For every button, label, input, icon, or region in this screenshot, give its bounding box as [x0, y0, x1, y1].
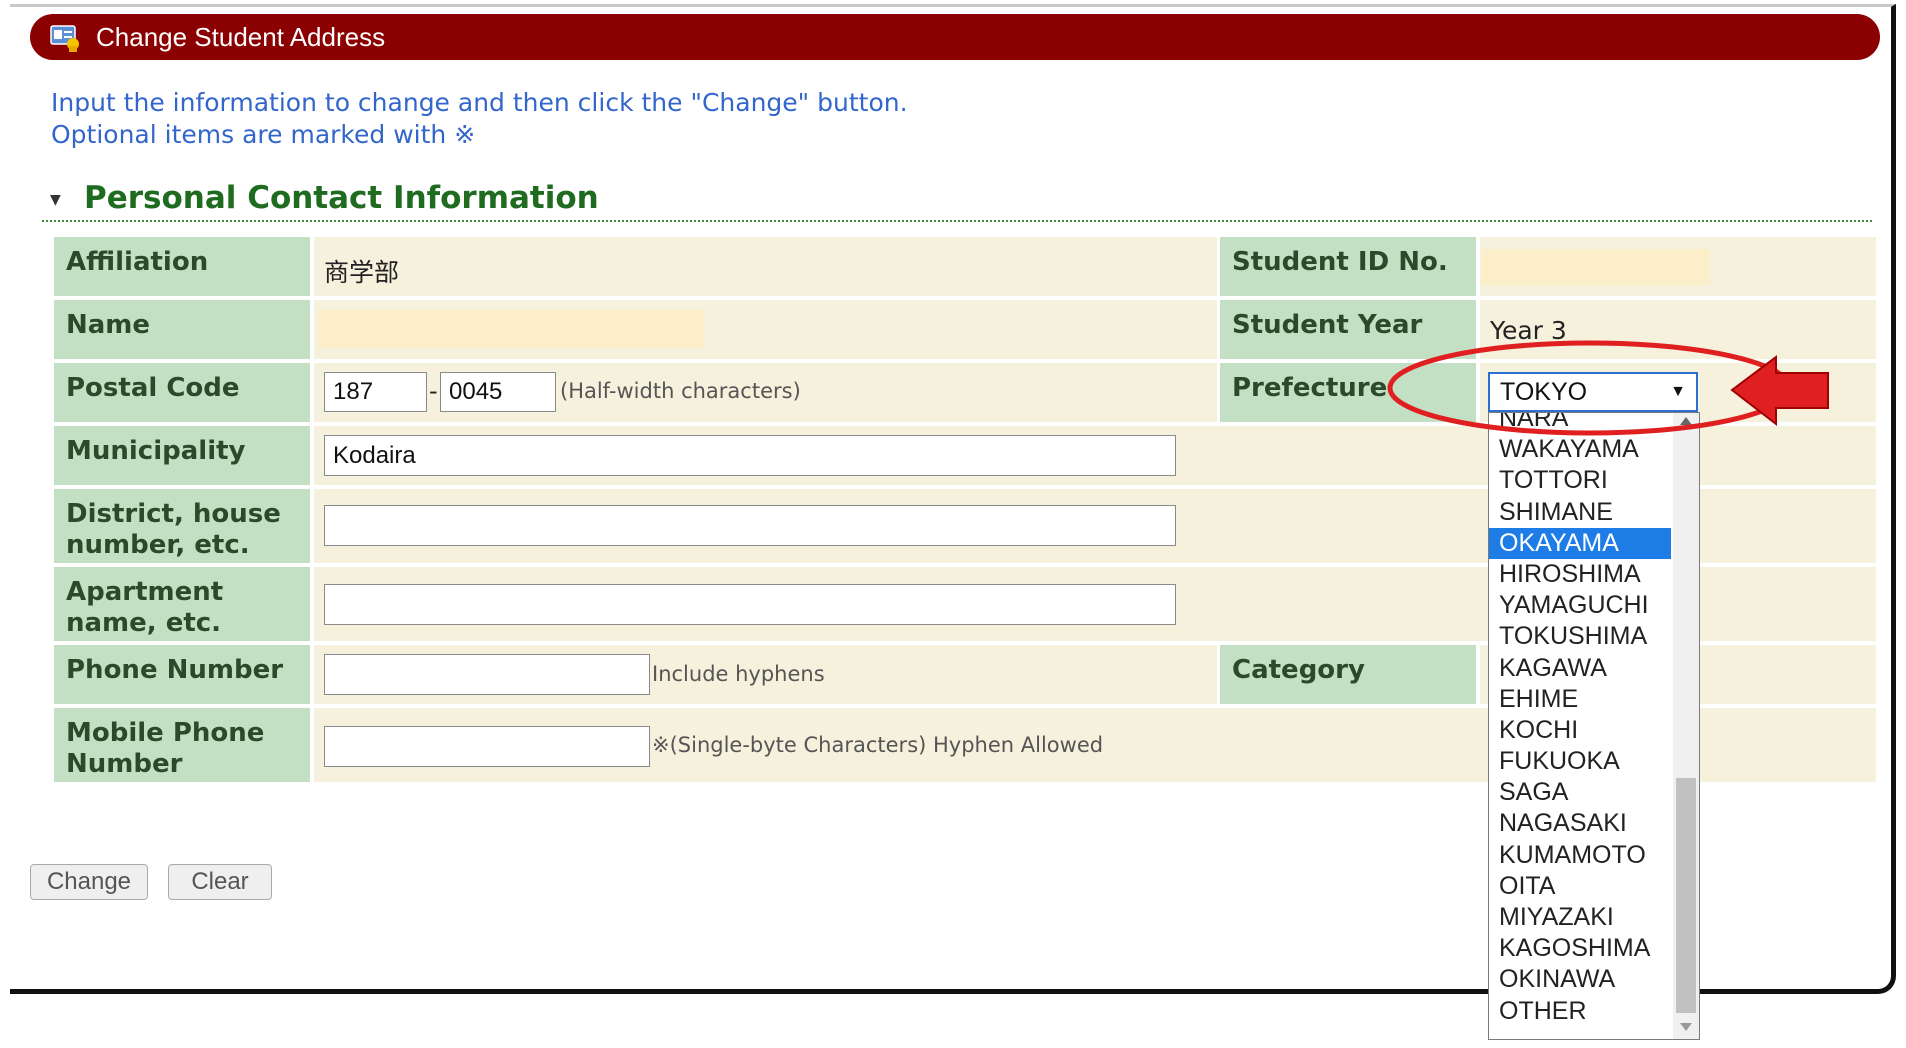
instructions: Input the information to change and then… [51, 87, 908, 151]
postal-code-label-text: Postal Code [66, 373, 240, 403]
name-cell [314, 300, 1217, 359]
apartment-label-text: Apartment name, etc. [66, 577, 224, 638]
mobile-label: Mobile Phone Number [54, 708, 310, 782]
student-year-label-text: Student Year [1232, 310, 1423, 340]
student-year-label: Student Year [1220, 300, 1476, 359]
district-label: District, house number, etc. [54, 489, 310, 563]
prefecture-dropdown-list[interactable]: NARA WAKAYAMA TOTTORI SHIMANE OKAYAMA HIROSHI… [1488, 412, 1700, 1040]
prefecture-label: Prefecture [1220, 363, 1476, 422]
prefecture-selected-value: TOKYO [1500, 377, 1588, 406]
prefecture-label-text: Prefecture [1232, 373, 1388, 403]
dropdown-scrollbar[interactable] [1673, 413, 1699, 1039]
affiliation-label-text: Affiliation [66, 247, 209, 277]
postal-code-separator: - [429, 377, 438, 405]
prefecture-option[interactable]: OKAYAMA [1489, 527, 1671, 559]
prefecture-options: NARA WAKAYAMA TOTTORI SHIMANE OKAYAMA HIROSHI… [1489, 413, 1671, 1027]
phone-input[interactable] [324, 654, 650, 695]
postal-code-hint: (Half-width characters) [560, 379, 801, 403]
scroll-up-icon[interactable] [1680, 417, 1692, 425]
prefecture-option[interactable]: TOTTORI [1489, 465, 1671, 496]
student-id-value [1482, 249, 1710, 285]
prefecture-option[interactable]: KOCHI [1489, 715, 1671, 746]
clear-button[interactable]: Clear [168, 864, 272, 900]
postal-code-label: Postal Code [54, 363, 310, 422]
municipality-label: Municipality [54, 426, 310, 485]
student-year-cell: Year 3 [1480, 300, 1876, 359]
instruction-line: Input the information to change and then… [51, 88, 908, 117]
change-button[interactable]: Change [30, 864, 148, 900]
collapse-icon[interactable]: ▼ [50, 192, 61, 208]
postal-code-part2-input[interactable] [440, 372, 556, 412]
district-input[interactable] [324, 505, 1176, 546]
prefecture-option[interactable]: KAGAWA [1489, 653, 1671, 684]
student-id-label: Student ID No. [1220, 237, 1476, 296]
prefecture-option[interactable]: TOKUSHIMA [1489, 621, 1671, 652]
prefecture-option[interactable]: WAKAYAMA [1489, 434, 1671, 465]
apartment-label: Apartment name, etc. [54, 567, 310, 641]
prefecture-option[interactable]: SHIMANE [1489, 497, 1671, 528]
section-title: Personal Contact Information [84, 180, 599, 216]
scrollbar-thumb[interactable] [1676, 778, 1696, 1013]
category-label-text: Category [1232, 655, 1365, 685]
prefecture-option[interactable]: OTHER [1489, 996, 1671, 1027]
page-header: Change Student Address [30, 14, 1880, 60]
phone-hint: Include hyphens [652, 662, 825, 686]
prefecture-option[interactable]: KUMAMOTO [1489, 840, 1671, 871]
name-label: Name [54, 300, 310, 359]
user-card-icon [50, 22, 80, 52]
prefecture-option[interactable]: HIROSHIMA [1489, 559, 1671, 590]
mobile-hint: ※(Single-byte Characters) Hyphen Allowed [652, 733, 1104, 757]
name-label-text: Name [66, 310, 151, 340]
prefecture-select[interactable]: TOKYO ▼ [1488, 372, 1698, 412]
apartment-input[interactable] [324, 584, 1176, 625]
section-header: ▼ Personal Contact Information [42, 180, 1872, 222]
affiliation-cell: 商学部 [314, 237, 1217, 296]
prefecture-option[interactable]: OKINAWA [1489, 964, 1671, 995]
postal-code-cell: - (Half-width characters) [314, 363, 1217, 422]
phone-label-text: Phone Number [66, 655, 284, 685]
mobile-label-text: Mobile Phone Number [66, 718, 265, 779]
affiliation-value: 商学部 [324, 258, 400, 287]
prefecture-option[interactable]: FUKUOKA [1489, 746, 1671, 777]
prefecture-option[interactable]: YAMAGUCHI [1489, 590, 1671, 621]
district-label-text: District, house number, etc. [66, 499, 281, 560]
page-title: Change Student Address [96, 21, 386, 52]
dropdown-arrow-icon: ▼ [1670, 383, 1686, 400]
prefecture-option[interactable]: OITA [1489, 871, 1671, 902]
affiliation-label: Affiliation [54, 237, 310, 296]
prefecture-option[interactable]: NARA [1489, 413, 1671, 434]
phone-label: Phone Number [54, 645, 310, 704]
mobile-input[interactable] [324, 726, 650, 767]
municipality-label-text: Municipality [66, 436, 246, 466]
prefecture-option[interactable]: NAGASAKI [1489, 808, 1671, 839]
municipality-input[interactable] [324, 435, 1176, 476]
student-year-value: Year 3 [1490, 316, 1567, 345]
phone-cell: Include hyphens [314, 645, 1217, 704]
name-value [318, 310, 704, 348]
student-id-label-text: Student ID No. [1232, 247, 1448, 277]
optional-note: Optional items are marked with ※ [51, 120, 476, 149]
student-id-cell [1480, 237, 1876, 296]
prefecture-option[interactable]: SAGA [1489, 777, 1671, 808]
scroll-down-icon[interactable] [1680, 1023, 1692, 1031]
category-label: Category [1220, 645, 1476, 704]
prefecture-option[interactable]: MIYAZAKI [1489, 902, 1671, 933]
prefecture-option[interactable]: EHIME [1489, 684, 1671, 715]
prefecture-option[interactable]: KAGOSHIMA [1489, 933, 1671, 964]
postal-code-part1-input[interactable] [324, 372, 427, 412]
